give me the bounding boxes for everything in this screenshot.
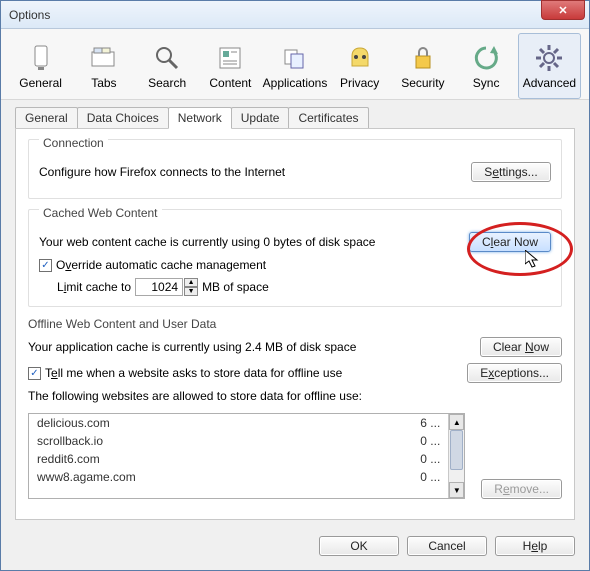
- cached-group: Cached Web Content Your web content cach…: [28, 209, 562, 307]
- category-label: Tabs: [91, 76, 116, 90]
- dialog-buttons: OK Cancel Help: [1, 530, 589, 570]
- spin-up[interactable]: ▲: [184, 278, 198, 287]
- list-item[interactable]: www8.agame.com0 ...: [29, 468, 448, 486]
- gear-icon: [533, 42, 565, 74]
- applications-icon: [279, 42, 311, 74]
- connection-group: Connection Configure how Firefox connect…: [28, 139, 562, 199]
- spin-down[interactable]: ▼: [184, 287, 198, 296]
- exceptions-button[interactable]: Exceptions...: [467, 363, 562, 383]
- category-applications[interactable]: Applications: [262, 33, 328, 99]
- scrollbar[interactable]: ▲ ▼: [448, 414, 464, 498]
- help-button[interactable]: Help: [495, 536, 575, 556]
- limit-label: Limit cache to: [57, 280, 131, 294]
- sites-desc: The following websites are allowed to st…: [28, 389, 562, 403]
- list-item[interactable]: reddit6.com0 ...: [29, 450, 448, 468]
- network-panel: Connection Configure how Firefox connect…: [15, 128, 575, 520]
- tabs-icon: [88, 42, 120, 74]
- connection-title: Connection: [39, 136, 108, 150]
- clear-appcache-button[interactable]: Clear Now: [480, 337, 562, 357]
- category-advanced[interactable]: Advanced: [518, 33, 581, 99]
- clear-cache-button[interactable]: Clear Now: [469, 232, 551, 252]
- scroll-down[interactable]: ▼: [449, 482, 464, 498]
- override-checkbox[interactable]: [39, 259, 52, 272]
- ok-button[interactable]: OK: [319, 536, 399, 556]
- category-search[interactable]: Search: [136, 33, 199, 99]
- sync-icon: [470, 42, 502, 74]
- offline-group: Offline Web Content and User Data Your a…: [28, 317, 562, 499]
- category-label: Privacy: [340, 76, 379, 90]
- category-content[interactable]: Content: [199, 33, 262, 99]
- cached-title: Cached Web Content: [39, 206, 162, 220]
- category-general[interactable]: General: [9, 33, 72, 99]
- privacy-icon: [344, 42, 376, 74]
- cached-status: Your web content cache is currently usin…: [39, 235, 375, 249]
- category-tabs[interactable]: Tabs: [72, 33, 135, 99]
- cancel-button[interactable]: Cancel: [407, 536, 487, 556]
- offline-title: Offline Web Content and User Data: [28, 317, 562, 331]
- settings-button[interactable]: Settings...: [471, 162, 551, 182]
- category-security[interactable]: Security: [391, 33, 454, 99]
- scroll-up[interactable]: ▲: [449, 414, 464, 430]
- general-icon: [25, 42, 57, 74]
- titlebar: Options: [1, 1, 589, 29]
- search-icon: [151, 42, 183, 74]
- subtab-general[interactable]: General: [15, 107, 78, 129]
- scroll-track[interactable]: [449, 430, 464, 482]
- limit-spinner[interactable]: ▲▼: [135, 278, 198, 296]
- advanced-subtabs: General Data Choices Network Update Cert…: [1, 100, 589, 128]
- lock-icon: [407, 42, 439, 74]
- category-privacy[interactable]: Privacy: [328, 33, 391, 99]
- category-label: Applications: [263, 76, 328, 90]
- category-toolbar: General Tabs Search Content Applications…: [1, 29, 589, 100]
- limit-input[interactable]: [135, 278, 183, 296]
- list-item[interactable]: delicious.com6 ...: [29, 414, 448, 432]
- content-icon: [214, 42, 246, 74]
- subtab-certificates[interactable]: Certificates: [288, 107, 368, 129]
- scroll-thumb[interactable]: [450, 430, 463, 470]
- category-label: Sync: [473, 76, 500, 90]
- sites-listbox[interactable]: delicious.com6 ... scrollback.io0 ... re…: [28, 413, 465, 499]
- offline-status: Your application cache is currently usin…: [28, 340, 356, 354]
- limit-suffix: MB of space: [202, 280, 269, 294]
- tell-label: Tell me when a website asks to store dat…: [45, 366, 342, 380]
- category-sync[interactable]: Sync: [455, 33, 518, 99]
- category-label: Advanced: [523, 76, 576, 90]
- subtab-network[interactable]: Network: [168, 107, 232, 129]
- window-title: Options: [9, 8, 50, 22]
- subtab-update[interactable]: Update: [231, 107, 290, 129]
- list-item[interactable]: scrollback.io0 ...: [29, 432, 448, 450]
- close-button[interactable]: [541, 0, 585, 20]
- subtab-data-choices[interactable]: Data Choices: [77, 107, 169, 129]
- category-label: Security: [401, 76, 444, 90]
- remove-button[interactable]: Remove...: [481, 479, 562, 499]
- category-label: Search: [148, 76, 186, 90]
- category-label: Content: [209, 76, 251, 90]
- category-label: General: [19, 76, 62, 90]
- sites-list: delicious.com6 ... scrollback.io0 ... re…: [29, 414, 448, 498]
- tell-checkbox[interactable]: [28, 367, 41, 380]
- connection-desc: Configure how Firefox connects to the In…: [39, 165, 285, 179]
- options-window: Options General Tabs Search Content Appl…: [0, 0, 590, 571]
- override-label: Override automatic cache management: [56, 258, 266, 272]
